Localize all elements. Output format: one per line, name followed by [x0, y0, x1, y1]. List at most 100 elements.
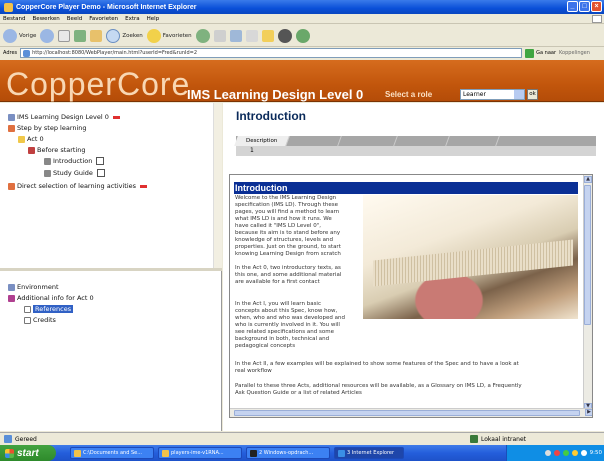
tree-scrollbar[interactable]: [213, 103, 222, 268]
unit-icon: [8, 113, 15, 121]
print-icon[interactable]: [229, 29, 242, 42]
status-text: Gereed: [15, 435, 37, 443]
minimize-button[interactable]: _: [567, 1, 578, 12]
document-icon: [24, 316, 31, 324]
favorites-button[interactable]: Favorieten: [146, 28, 192, 43]
back-button[interactable]: Vorige: [3, 28, 37, 43]
tab-3[interactable]: [338, 136, 399, 146]
taskbar-item[interactable]: C:\Documents and Se...: [70, 447, 154, 459]
page-status-icon: [4, 435, 12, 443]
start-button[interactable]: start: [0, 445, 56, 461]
zone-text: Lokaal intranet: [481, 435, 527, 443]
tree-act[interactable]: Act 0: [18, 135, 44, 143]
tree-before-starting[interactable]: Before starting: [28, 146, 86, 154]
back-arrow-icon: [3, 28, 17, 43]
content-vertical-scrollbar[interactable]: ▲ ▼: [583, 175, 592, 411]
browser-toolbar: Vorige Zoeken Favorieten: [0, 25, 604, 47]
window-title: CopperCore Player Demo - Microsoft Inter…: [16, 3, 197, 11]
search-button[interactable]: Zoeken: [106, 28, 143, 43]
address-input[interactable]: http://localhost:8080/WebPlayer/main.htm…: [20, 48, 523, 58]
back-label: Vorige: [19, 32, 37, 39]
menu-help[interactable]: Help: [147, 16, 160, 22]
address-url: http://localhost:8080/WebPlayer/main.htm…: [32, 50, 198, 56]
tray-icon[interactable]: [562, 450, 569, 456]
network-icon[interactable]: [544, 450, 551, 456]
document-icon: [24, 305, 31, 313]
forward-arrow-icon[interactable]: [40, 28, 55, 43]
tray-icon[interactable]: [571, 450, 578, 456]
tree-direct-selection[interactable]: Direct selection of learning activities: [8, 182, 148, 190]
content-horizontal-scrollbar[interactable]: ▶: [230, 408, 592, 417]
maximize-button[interactable]: □: [579, 1, 590, 12]
horizontal-scroll-thumb[interactable]: [234, 410, 580, 416]
tree-root-label: IMS Learning Design Level 0: [17, 113, 109, 121]
menu-favorieten[interactable]: Favorieten: [89, 16, 118, 22]
tab-4[interactable]: [394, 136, 451, 146]
security-icon[interactable]: [553, 450, 560, 456]
paragraph-5: Parallel to these three Acts, additional…: [235, 383, 522, 396]
taskbar-item[interactable]: players-ime-v1RNA...: [158, 447, 242, 459]
menu-extra[interactable]: Extra: [125, 16, 140, 22]
menu-beeld[interactable]: Beeld: [67, 16, 83, 22]
ie-icon: [4, 2, 13, 12]
tree-study-guide[interactable]: Study Guide: [44, 169, 105, 177]
search-icon: [106, 28, 121, 43]
edit-icon[interactable]: [245, 29, 258, 42]
status-bar: Gereed Lokaal intranet: [0, 432, 604, 445]
flag-icon: [112, 115, 120, 119]
completion-checkbox[interactable]: [96, 169, 105, 177]
flag-icon: [140, 184, 148, 188]
tree-step-by-step[interactable]: Step by step learning: [8, 124, 87, 132]
paragraph-3: In the Act I, you will learn basic conce…: [235, 301, 345, 349]
ie-icon: [338, 449, 345, 457]
stop-icon[interactable]: [58, 29, 71, 42]
tree-references[interactable]: References: [24, 305, 74, 313]
mail-icon[interactable]: [213, 29, 226, 42]
research-icon[interactable]: [295, 28, 310, 43]
ok-button[interactable]: ok: [527, 89, 538, 100]
tab-5[interactable]: [446, 136, 501, 146]
menu-bewerken[interactable]: Bewerken: [33, 16, 60, 22]
tab-description[interactable]: Description: [234, 136, 291, 146]
activity-icon: [44, 157, 51, 165]
scroll-right-icon[interactable]: ▶: [585, 409, 592, 416]
completion-checkbox[interactable]: [96, 157, 105, 165]
status-left: Gereed: [0, 435, 37, 443]
intranet-icon: [470, 435, 478, 443]
taskbar: start C:\Documents and Se... players-ime…: [0, 445, 604, 461]
tree-additional-info[interactable]: Additional info for Act 0: [8, 294, 94, 302]
play-icon: [8, 182, 15, 190]
taskbar-item[interactable]: 2 Windows-opdrach...: [246, 447, 330, 459]
tab-2[interactable]: [286, 136, 343, 146]
page-icon: [23, 49, 31, 57]
role-select[interactable]: Learner: [460, 89, 525, 100]
menu-bestand[interactable]: Bestand: [3, 16, 26, 22]
windows-logo-icon: [5, 448, 14, 458]
go-arrow-icon: [525, 48, 535, 58]
refresh-icon[interactable]: [74, 29, 87, 42]
go-button[interactable]: Ga naar: [525, 48, 556, 58]
close-button[interactable]: ×: [591, 1, 602, 12]
links-button[interactable]: Koppelingen: [559, 50, 590, 56]
tree-study-label: Study Guide: [53, 169, 93, 177]
address-bar: Adres http://localhost:8080/WebPlayer/ma…: [0, 47, 604, 59]
taskbar-item[interactable]: 3 Internet Explorer: [334, 447, 404, 459]
tree-environment[interactable]: Environment: [8, 283, 59, 291]
scroll-up-icon[interactable]: ▲: [584, 176, 592, 183]
history-icon[interactable]: [195, 28, 210, 43]
environment-icon: [8, 283, 15, 291]
tree-introduction[interactable]: Introduction: [44, 157, 105, 165]
tab-description-label: Description: [246, 138, 278, 144]
vertical-scroll-thumb[interactable]: [584, 185, 591, 325]
folder-icon[interactable]: [261, 29, 274, 42]
chevron-down-icon: [514, 90, 524, 99]
windows-flag-icon: [592, 15, 602, 23]
favorites-label: Favorieten: [162, 32, 192, 39]
tree-credits[interactable]: Credits: [24, 316, 56, 324]
system-tray: 9:50: [506, 445, 604, 461]
tree-root[interactable]: IMS Learning Design Level 0: [8, 113, 120, 121]
messenger-icon[interactable]: [277, 28, 292, 43]
volume-icon[interactable]: [580, 450, 587, 456]
home-icon[interactable]: [90, 29, 103, 42]
navigation-panel: IMS Learning Design Level 0 Step by step…: [0, 103, 222, 431]
